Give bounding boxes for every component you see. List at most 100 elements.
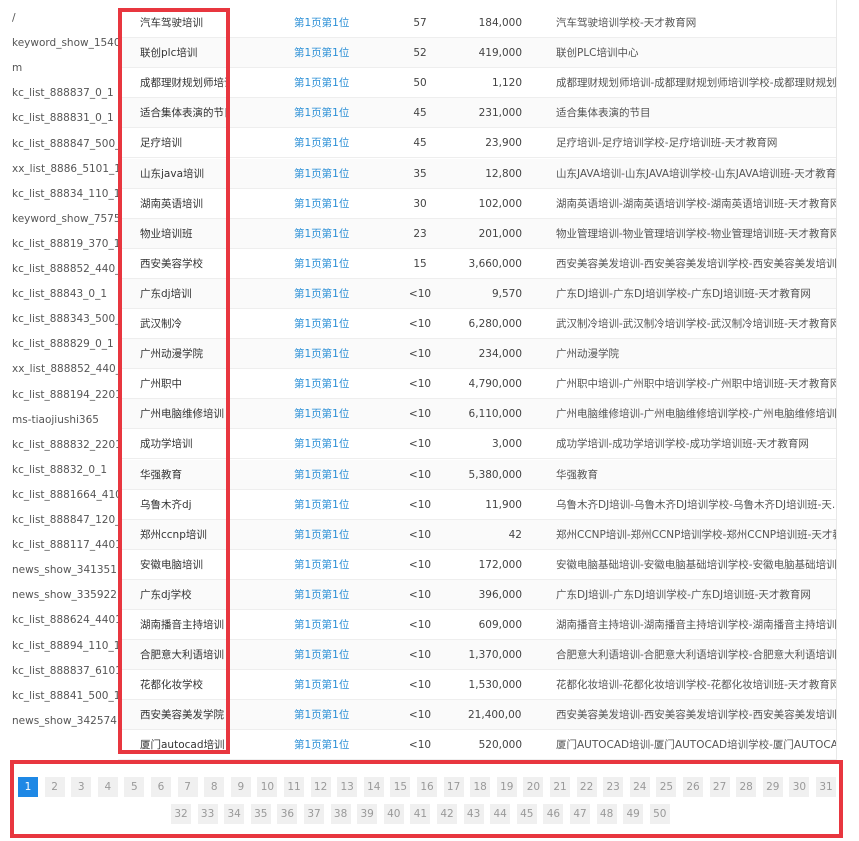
- url-path-item[interactable]: kc_list_88819_370_1: [12, 235, 118, 253]
- page-button-26[interactable]: 26: [683, 777, 703, 797]
- page-button-34[interactable]: 34: [224, 804, 245, 824]
- page-button-15[interactable]: 15: [390, 777, 411, 797]
- page-button-8[interactable]: 8: [204, 777, 225, 797]
- page-button-7[interactable]: 7: [177, 777, 198, 797]
- url-path-item[interactable]: kc_list_888624_44019_1: [12, 611, 118, 629]
- page-button-24[interactable]: 24: [629, 777, 650, 797]
- url-path-item[interactable]: m: [12, 59, 118, 77]
- url-path-item[interactable]: kc_list_88834_110_1: [12, 185, 118, 203]
- rank-link[interactable]: 第1页第1位: [294, 98, 384, 128]
- rank-link[interactable]: 第1页第1位: [294, 399, 384, 429]
- page-button-32[interactable]: 32: [171, 804, 191, 824]
- page-button-45[interactable]: 45: [516, 804, 537, 824]
- page-button-20[interactable]: 20: [523, 777, 544, 797]
- rank-link[interactable]: 第1页第1位: [294, 460, 384, 490]
- rank-link[interactable]: 第1页第1位: [294, 700, 384, 730]
- page-button-4[interactable]: 4: [97, 777, 118, 797]
- page-button-6[interactable]: 6: [151, 777, 171, 797]
- url-path-item[interactable]: keyword_show_154008: [12, 34, 118, 52]
- url-path-item[interactable]: xx_list_8886_5101_1: [12, 160, 118, 178]
- url-path-item[interactable]: kc_list_888194_2201_1: [12, 386, 118, 404]
- page-button-36[interactable]: 36: [277, 804, 298, 824]
- rank-link[interactable]: 第1页第1位: [294, 38, 384, 68]
- rank-link[interactable]: 第1页第1位: [294, 68, 384, 98]
- rank-link[interactable]: 第1页第1位: [294, 309, 384, 339]
- page-button-2[interactable]: 2: [44, 777, 65, 797]
- page-button-37[interactable]: 37: [304, 804, 324, 824]
- page-button-50[interactable]: 50: [649, 804, 670, 824]
- rank-link[interactable]: 第1页第1位: [294, 670, 384, 700]
- rank-link[interactable]: 第1页第1位: [294, 550, 384, 580]
- url-path-item[interactable]: keyword_show_7575: [12, 210, 118, 228]
- page-button-39[interactable]: 39: [357, 804, 378, 824]
- page-button-25[interactable]: 25: [656, 777, 677, 797]
- url-path-item[interactable]: kc_list_888831_0_1: [12, 109, 118, 127]
- url-path-item[interactable]: news_show_341351: [12, 561, 118, 579]
- page-button-19[interactable]: 19: [496, 777, 517, 797]
- page-button-23[interactable]: 23: [603, 777, 624, 797]
- page-button-10[interactable]: 10: [257, 777, 278, 797]
- page-button-48[interactable]: 48: [596, 804, 617, 824]
- page-button-1[interactable]: 1: [18, 777, 38, 797]
- url-path-item[interactable]: kc_list_888832_2201_1: [12, 436, 118, 454]
- url-path-item[interactable]: news_show_335922: [12, 586, 118, 604]
- url-path-item[interactable]: kc_list_888837_6101_1: [12, 662, 118, 680]
- url-path-item[interactable]: kc_list_88894_110_1: [12, 637, 118, 655]
- rank-link[interactable]: 第1页第1位: [294, 279, 384, 309]
- rank-link[interactable]: 第1页第1位: [294, 128, 384, 158]
- page-button-22[interactable]: 22: [576, 777, 597, 797]
- rank-link[interactable]: 第1页第1位: [294, 369, 384, 399]
- page-button-38[interactable]: 38: [330, 804, 351, 824]
- rank-link[interactable]: 第1页第1位: [294, 730, 384, 760]
- url-path-item[interactable]: xx_list_888852_440_1: [12, 360, 118, 378]
- url-path-item[interactable]: kc_list_888847_500_1: [12, 135, 118, 153]
- page-button-5[interactable]: 5: [124, 777, 145, 797]
- rank-link[interactable]: 第1页第1位: [294, 159, 384, 189]
- page-button-11[interactable]: 11: [284, 777, 304, 797]
- rank-link[interactable]: 第1页第1位: [294, 580, 384, 610]
- page-button-40[interactable]: 40: [383, 804, 404, 824]
- page-button-12[interactable]: 12: [310, 777, 331, 797]
- page-button-28[interactable]: 28: [736, 777, 757, 797]
- url-path-item[interactable]: kc_list_888343_500_1: [12, 310, 118, 328]
- page-button-49[interactable]: 49: [623, 804, 644, 824]
- page-button-14[interactable]: 14: [363, 777, 384, 797]
- page-button-46[interactable]: 46: [543, 804, 564, 824]
- url-path-item[interactable]: news_show_342574: [12, 712, 118, 730]
- rank-link[interactable]: 第1页第1位: [294, 219, 384, 249]
- page-button-16[interactable]: 16: [417, 777, 437, 797]
- page-button-47[interactable]: 47: [570, 804, 590, 824]
- page-button-44[interactable]: 44: [490, 804, 511, 824]
- url-path-item[interactable]: ms-tiaojiushi365: [12, 411, 118, 429]
- page-button-42[interactable]: 42: [437, 804, 457, 824]
- rank-link[interactable]: 第1页第1位: [294, 520, 384, 550]
- page-button-27[interactable]: 27: [709, 777, 730, 797]
- url-path-item[interactable]: kc_list_88841_500_1: [12, 687, 118, 705]
- page-button-3[interactable]: 3: [71, 777, 92, 797]
- rank-link[interactable]: 第1页第1位: [294, 249, 384, 279]
- rank-link[interactable]: 第1页第1位: [294, 610, 384, 640]
- page-button-18[interactable]: 18: [470, 777, 491, 797]
- page-button-17[interactable]: 17: [443, 777, 464, 797]
- rank-link[interactable]: 第1页第1位: [294, 490, 384, 520]
- page-button-35[interactable]: 35: [250, 804, 271, 824]
- url-path-item[interactable]: kc_list_888847_120_1: [12, 511, 118, 529]
- rank-link[interactable]: 第1页第1位: [294, 339, 384, 369]
- url-path-item[interactable]: kc_list_88832_0_1: [12, 461, 118, 479]
- rank-link[interactable]: 第1页第1位: [294, 8, 384, 38]
- url-path-item[interactable]: kc_list_888837_0_1: [12, 84, 118, 102]
- page-button-31[interactable]: 31: [816, 777, 836, 797]
- page-button-29[interactable]: 29: [762, 777, 783, 797]
- page-button-33[interactable]: 33: [197, 804, 218, 824]
- rank-link[interactable]: 第1页第1位: [294, 189, 384, 219]
- page-button-21[interactable]: 21: [550, 777, 570, 797]
- rank-link[interactable]: 第1页第1位: [294, 429, 384, 459]
- page-button-9[interactable]: 9: [230, 777, 251, 797]
- url-path-item[interactable]: kc_list_8881664_4101_1: [12, 486, 118, 504]
- page-button-13[interactable]: 13: [337, 777, 358, 797]
- url-path-item[interactable]: kc_list_888852_440_1: [12, 260, 118, 278]
- rank-link[interactable]: 第1页第1位: [294, 640, 384, 670]
- url-path-item[interactable]: kc_list_88843_0_1: [12, 285, 118, 303]
- url-path-item[interactable]: /: [12, 9, 118, 27]
- page-button-41[interactable]: 41: [410, 804, 431, 824]
